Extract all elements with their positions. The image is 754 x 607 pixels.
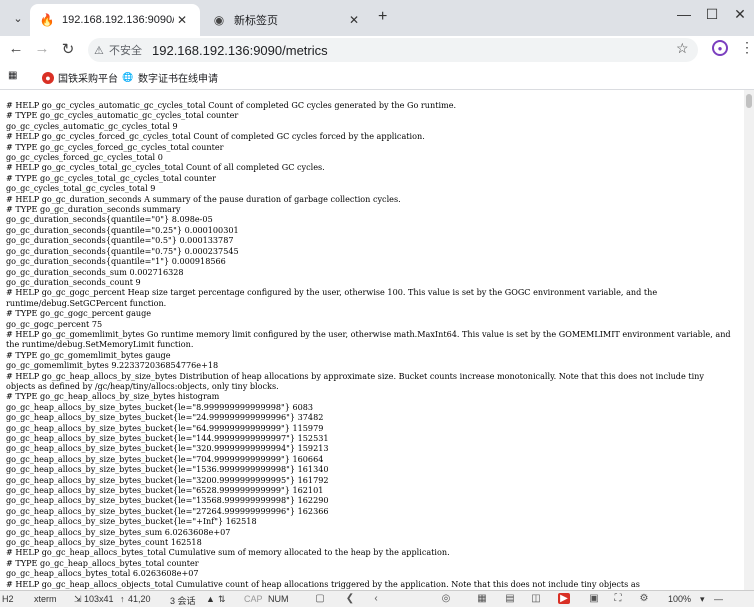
url-text: 192.168.192.136:9090/metrics (152, 42, 328, 58)
tab-title: 新标签页 (234, 15, 278, 27)
menu-kebab-icon[interactable]: ⋮ (740, 39, 754, 56)
bookmark-item[interactable]: 🌐 数字证书在线申请 (122, 70, 218, 85)
forward-button[interactable]: → (32, 40, 52, 57)
arrows-icon[interactable]: ⇅ (218, 594, 226, 605)
cursor-icon: ↑ (120, 594, 125, 604)
page-content: # HELP go_gc_cycles_automatic_gc_cycles_… (0, 90, 744, 590)
profile-avatar[interactable]: ● (712, 40, 728, 56)
terminal-size-icon: ⇲ (74, 594, 82, 604)
num-indicator: NUM (268, 594, 289, 604)
bookmark-item[interactable]: ● 国铁采购平台 (42, 70, 118, 85)
cursor-position: 41,20 (128, 594, 151, 604)
session-count[interactable]: 3 会话 (170, 594, 196, 607)
status-bar: H2 xterm ⇲ 103x41 ↑ 41,20 3 会话 ▲ ⇅ CAP N… (0, 590, 754, 607)
close-icon[interactable]: ✕ (174, 13, 190, 27)
chrome-icon: ◉ (213, 13, 225, 27)
maximize-button[interactable]: ☐ (700, 6, 724, 23)
window-icon[interactable]: ▢ (314, 593, 326, 604)
fire-icon: 🔥 (39, 13, 55, 27)
bookmark-label: 数字证书在线申请 (138, 74, 218, 85)
layout-icon[interactable]: ▣ (588, 593, 600, 604)
tab-strip: ⌄ 🔥 192.168.192.136:9090/metric ✕ ◉ 新标签页… (0, 0, 754, 36)
vertical-scrollbar[interactable] (744, 90, 754, 590)
apps-grid-icon[interactable]: ▦ (8, 70, 17, 81)
close-window-button[interactable]: ✕ (728, 6, 752, 23)
metrics-text: # HELP go_gc_cycles_automatic_gc_cycles_… (6, 100, 731, 589)
caret-up-icon[interactable]: ▲ (206, 594, 215, 604)
caps-indicator: CAP (244, 594, 263, 604)
bookmark-star-icon[interactable]: ☆ (676, 40, 689, 57)
tab-title: 192.168.192.136:9090/metric (62, 14, 174, 26)
close-icon[interactable]: ✕ (346, 13, 362, 27)
chevron-down-icon: ⌄ (13, 12, 23, 25)
eye-icon[interactable]: ◎ (440, 593, 452, 604)
bookmark-label: 国铁采购平台 (58, 74, 118, 85)
split-icon[interactable]: ◫ (530, 593, 542, 604)
zoom-dropdown-icon[interactable]: ▾ (700, 594, 705, 605)
security-label: 不安全 (109, 45, 142, 57)
status-left: H2 (2, 594, 14, 604)
minimize-button[interactable]: — (672, 6, 696, 22)
address-bar[interactable]: ⚠ 不安全 192.168.192.136:9090/metrics (88, 38, 698, 62)
security-chip[interactable]: ⚠ 不安全 (94, 42, 142, 58)
play-icon[interactable]: ▶ (558, 593, 570, 604)
zoom-out-icon[interactable]: — (714, 594, 723, 604)
panel-icon[interactable]: ▤ (504, 593, 516, 604)
red-circle-icon: ● (42, 71, 54, 84)
globe-icon: 🌐 (122, 72, 134, 82)
reload-button[interactable]: ↻ (58, 40, 78, 58)
nav-left-icon[interactable]: ❮ (344, 593, 356, 604)
zoom-level: 100% (668, 594, 692, 604)
terminal-type: xterm (34, 594, 57, 604)
fullscreen-icon[interactable]: ⛶ (612, 593, 624, 604)
warning-icon: ⚠ (94, 45, 104, 57)
scrollbar-thumb[interactable] (746, 94, 752, 108)
back-button[interactable]: ← (6, 40, 26, 57)
tab-search-button[interactable]: ⌄ (8, 8, 28, 28)
chevron-left-icon[interactable]: ‹ (370, 593, 382, 604)
tab-metrics[interactable]: 🔥 192.168.192.136:9090/metric ✕ (30, 4, 200, 36)
bookmarks-bar: ▦ ● 国铁采购平台 🌐 数字证书在线申请 (0, 64, 754, 90)
browser-toolbar: ← → ↻ ⚠ 不安全 192.168.192.136:9090/metrics… (0, 36, 754, 64)
grid-icon[interactable]: ▦ (476, 593, 488, 604)
new-tab-button[interactable]: + (378, 8, 387, 26)
terminal-size: 103x41 (84, 594, 114, 604)
tab-new-tab[interactable]: ◉ 新标签页 ✕ (202, 4, 372, 36)
settings-icon[interactable]: ⚙ (638, 593, 650, 604)
